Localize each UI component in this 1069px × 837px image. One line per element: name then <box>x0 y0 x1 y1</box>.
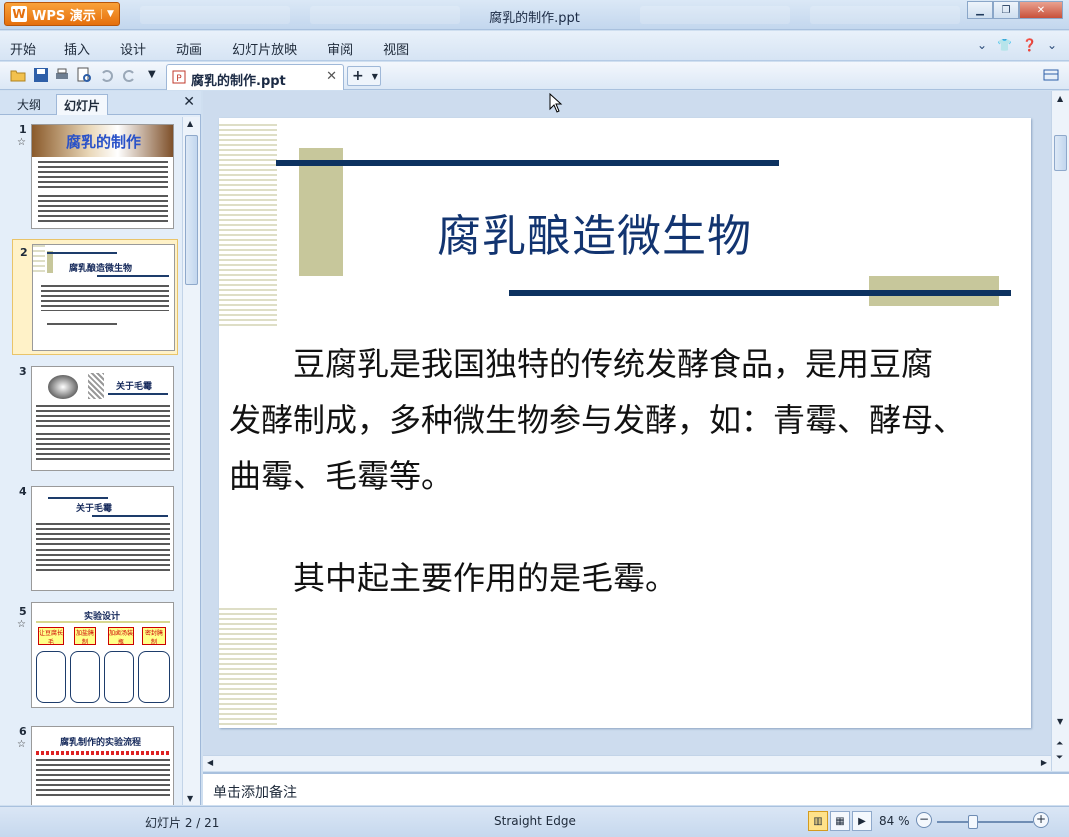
close-tab-icon[interactable]: ✕ <box>326 69 337 84</box>
normal-view-button[interactable]: ▥ <box>808 811 828 831</box>
new-tab-button[interactable]: + ▼ <box>347 66 381 86</box>
decor-stripes <box>219 124 277 328</box>
slide-thumbnail-4[interactable]: 4 关于毛霉 <box>0 479 182 595</box>
ppt-file-icon: P <box>172 70 186 84</box>
slide-indicator: 幻灯片 2 / 21 <box>145 816 220 830</box>
close-button[interactable]: ✕ <box>1019 1 1063 19</box>
save-icon[interactable] <box>33 67 49 83</box>
skin-icon[interactable]: 👕 <box>997 38 1012 52</box>
slide-title[interactable]: 腐乳酿造微生物 <box>437 200 752 264</box>
decor-stripes <box>219 608 277 728</box>
horizontal-scrollbar[interactable]: ◀ ▶ <box>203 755 1051 771</box>
mouse-cursor-icon <box>549 93 563 113</box>
scroll-down-icon[interactable]: ▼ <box>1057 717 1063 726</box>
star-icon: ☆ <box>17 739 26 750</box>
undo-icon[interactable] <box>99 67 115 83</box>
slide-sorter-view-button[interactable]: ▦ <box>830 811 850 831</box>
slide-thumbnail-2[interactable]: 2 腐乳酿造微生物 <box>12 239 178 355</box>
menu-bar: 开始 插入 设计 动画 幻灯片放映 审阅 视图 ⌄ 👕 ❓ ⌄ <box>0 31 1069 61</box>
menu-animation[interactable]: 动画 <box>176 39 202 58</box>
star-icon: ☆ <box>17 137 26 148</box>
vertical-scrollbar[interactable]: ▲ ▼ ⏶ ⏷ <box>1051 91 1069 771</box>
zoom-in-button[interactable]: + <box>1033 812 1049 828</box>
print-icon[interactable] <box>54 67 70 83</box>
slide-edit-area: 腐乳酿造微生物 豆腐乳是我国独特的传统发酵食品，是用豆腐 发酵制成，多种微生物参… <box>203 91 1069 771</box>
decor-block <box>299 148 343 276</box>
next-slide-icon[interactable]: ⏷ <box>1056 753 1063 763</box>
open-folder-icon[interactable] <box>10 67 26 83</box>
decor-bar <box>509 290 1011 296</box>
tab-slides[interactable]: 幻灯片 <box>56 94 109 115</box>
document-tab[interactable]: P 腐乳的制作.ppt ✕ <box>166 64 344 90</box>
slide-thumbnail-1[interactable]: 1 ☆ 腐乳的制作 <box>0 117 182 233</box>
title-bar: W WPS 演示 ▼ 腐乳的制作.ppt ▁ ❐ ✕ <box>0 0 1069 30</box>
theme-name: Straight Edge <box>494 814 576 828</box>
document-tab-label: 腐乳的制作.ppt <box>191 74 286 89</box>
menu-insert[interactable]: 插入 <box>64 39 90 58</box>
zoom-slider-thumb[interactable] <box>968 815 978 829</box>
slide-body-paragraph[interactable]: 其中起主要作用的是毛霉。 <box>229 550 1031 606</box>
zoom-slider[interactable] <box>937 821 1033 823</box>
redo-icon[interactable] <box>121 67 137 83</box>
quick-access-toolbar: ▼ P 腐乳的制作.ppt ✕ + ▼ <box>0 62 1069 90</box>
scroll-down-icon[interactable]: ▼ <box>187 794 193 803</box>
notes-pane[interactable]: 单击添加备注 <box>203 772 1069 805</box>
previous-slide-icon[interactable]: ⏶ <box>1056 739 1063 749</box>
slide-thumbnail-6[interactable]: 6 ☆ 腐乳制作的实验流程 <box>0 719 182 805</box>
star-icon: ☆ <box>17 619 26 630</box>
close-icon[interactable]: ✕ <box>183 94 195 110</box>
scroll-up-icon[interactable]: ▲ <box>1057 94 1063 103</box>
window-title: 腐乳的制作.ppt <box>489 11 580 26</box>
notes-placeholder: 单击添加备注 <box>213 785 297 801</box>
chevron-down-icon[interactable]: ▼ <box>148 69 164 85</box>
menu-home[interactable]: 开始 <box>10 39 36 58</box>
thumbnails-scrollbar[interactable]: ▲ ▼ <box>182 117 200 805</box>
menu-review[interactable]: 审阅 <box>327 39 353 58</box>
scrollbar-thumb[interactable] <box>185 135 198 285</box>
print-preview-icon[interactable] <box>76 67 92 83</box>
menu-design[interactable]: 设计 <box>120 39 146 58</box>
help-icon[interactable]: ❓ <box>1022 38 1037 52</box>
menu-view[interactable]: 视图 <box>383 39 409 58</box>
scrollbar-thumb[interactable] <box>1054 135 1067 171</box>
minimize-button[interactable]: ▁ <box>967 1 993 19</box>
zoom-out-button[interactable]: − <box>916 812 932 828</box>
scroll-right-icon[interactable]: ▶ <box>1041 758 1047 767</box>
slide-body-paragraph[interactable]: 豆腐乳是我国独特的传统发酵食品，是用豆腐 发酵制成，多种微生物参与发酵，如：青霉… <box>229 336 1031 504</box>
svg-text:P: P <box>176 74 182 84</box>
scroll-left-icon[interactable]: ◀ <box>207 758 213 767</box>
slideshow-view-button[interactable]: ▶ <box>852 811 872 831</box>
scroll-up-icon[interactable]: ▲ <box>187 119 193 128</box>
tab-outline[interactable]: 大纲 <box>10 94 48 115</box>
slide-thumbnail-3[interactable]: 3 关于毛霉 <box>0 359 182 475</box>
slide-thumbnail-5[interactable]: 5 ☆ 实验设计 让豆腐长毛 加盐腌制 加卤汤装瓶 密封腌制 <box>0 599 182 715</box>
decor-bar <box>276 160 779 166</box>
menu-slideshow[interactable]: 幻灯片放映 <box>232 39 297 58</box>
zoom-level: 84 % <box>879 814 910 828</box>
slides-panel: 大纲 幻灯片 ✕ 1 ☆ 腐乳的制作 2 腐乳酿造微生物 3 关于毛霉 4 关于… <box>0 91 201 805</box>
chevron-down-icon[interactable]: ⌄ <box>1047 38 1057 52</box>
status-bar: 幻灯片 2 / 21 Straight Edge ▥ ▦ ▶ 84 % − + <box>0 806 1069 837</box>
layout-toggle-icon[interactable] <box>1043 67 1059 83</box>
slide-canvas[interactable]: 腐乳酿造微生物 豆腐乳是我国独特的传统发酵食品，是用豆腐 发酵制成，多种微生物参… <box>219 118 1031 728</box>
restore-button[interactable]: ❐ <box>993 1 1019 19</box>
chevron-down-icon[interactable]: ⌄ <box>977 38 987 52</box>
